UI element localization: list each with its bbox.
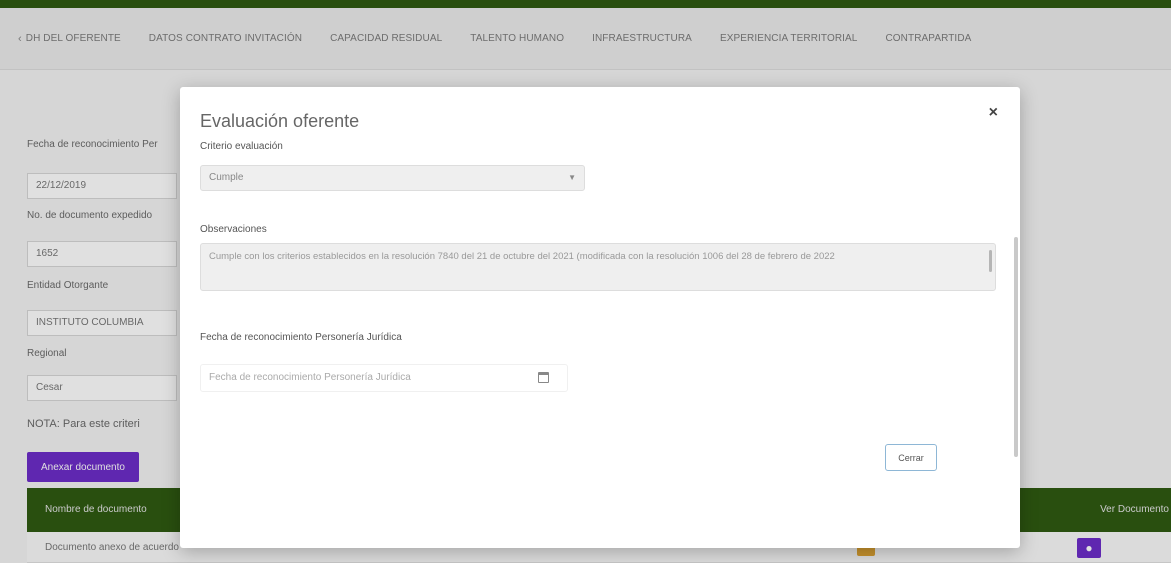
date-input[interactable]: Fecha de reconocimiento Personería Juríd… [200, 364, 568, 392]
close-button[interactable]: Cerrar [885, 444, 937, 471]
evaluation-modal: Evaluación oferente × Criterio evaluació… [180, 87, 1020, 548]
criterion-select[interactable]: Cumple ▼ [200, 165, 585, 191]
modal-title: Evaluación oferente [200, 111, 360, 131]
criterion-label: Criterio evaluación [200, 141, 283, 152]
modal-scrollbar[interactable] [1014, 237, 1018, 457]
observations-label: Observaciones [200, 224, 267, 235]
criterion-value: Cumple [209, 172, 244, 183]
date-label: Fecha de reconocimiento Personería Juríd… [200, 332, 402, 343]
textarea-scrollbar[interactable] [989, 250, 992, 272]
calendar-icon[interactable] [538, 372, 549, 383]
date-placeholder: Fecha de reconocimiento Personería Juríd… [209, 372, 411, 383]
observations-text: Cumple con los criterios establecidos en… [209, 251, 835, 262]
chevron-down-icon: ▼ [568, 173, 576, 182]
observations-textarea[interactable]: Cumple con los criterios establecidos en… [200, 243, 996, 291]
close-icon[interactable]: × [989, 105, 998, 121]
